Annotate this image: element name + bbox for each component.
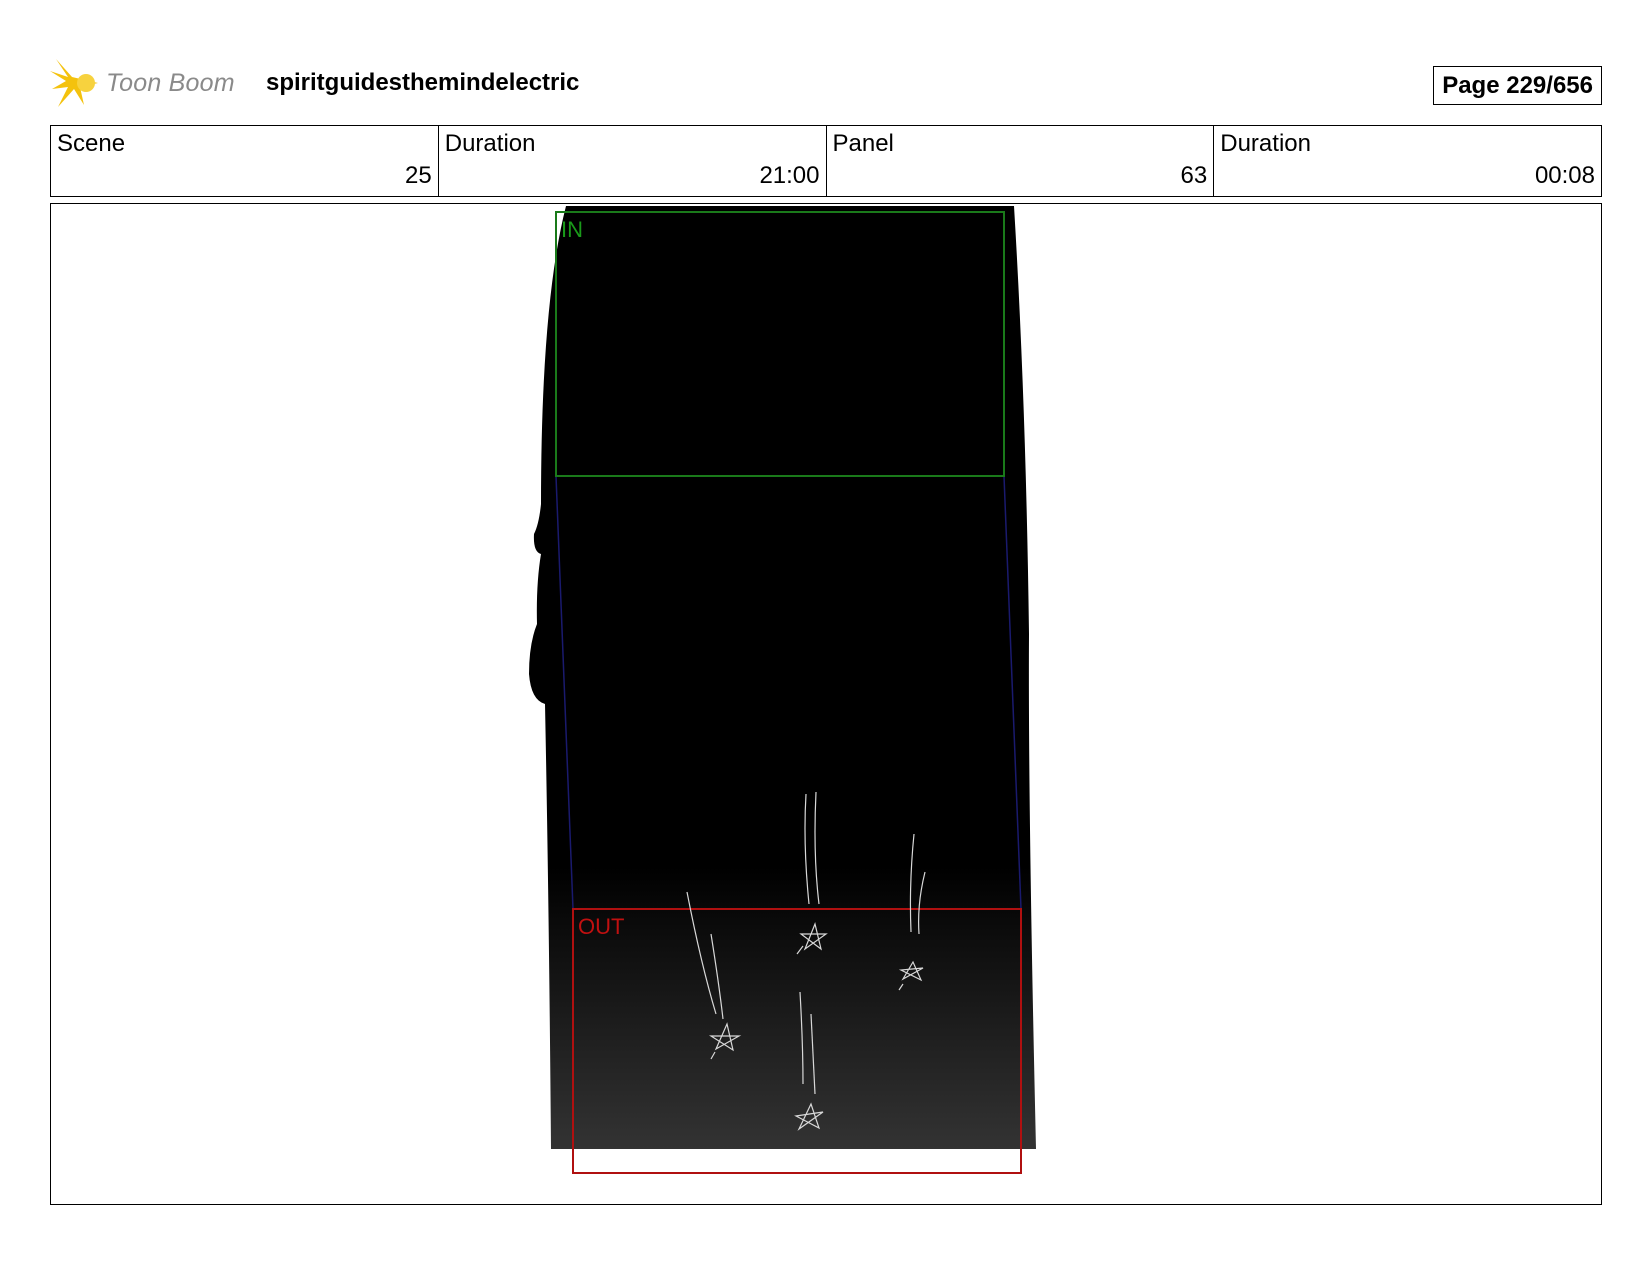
- page-number: Page 229/656: [1433, 66, 1602, 105]
- scene-duration-value: 21:00: [759, 162, 820, 189]
- panel-duration-label: Duration: [1220, 130, 1311, 157]
- panel-duration-cell: Duration 00:08: [1214, 126, 1601, 196]
- panel-duration-value: 00:08: [1534, 162, 1595, 189]
- logo-text: Toon Boom: [106, 68, 235, 97]
- scene-label: Scene: [57, 130, 126, 157]
- toon-boom-logo: Toon Boom: [50, 55, 235, 111]
- storyboard-panel: IN OUT: [50, 203, 1602, 1205]
- panel-cell: Panel 63: [827, 126, 1215, 196]
- scene-duration-cell: Duration 21:00: [439, 126, 827, 196]
- scene-duration-label: Duration: [444, 130, 536, 157]
- scene-cell: Scene 25: [51, 126, 439, 196]
- panel-label: Panel: [832, 130, 894, 157]
- panel-artwork: IN OUT: [529, 206, 1036, 1174]
- scene-info-table: Scene 25 Duration 21:00 Panel 63 Duratio…: [50, 125, 1602, 197]
- in-label: IN: [561, 217, 583, 242]
- drawing-background: [529, 206, 1036, 1149]
- scene-value: 25: [405, 162, 432, 189]
- starburst-icon: [50, 59, 98, 107]
- panel-value: 63: [1180, 162, 1208, 189]
- project-title: spiritguidesthemindelectric: [266, 69, 580, 96]
- out-label: OUT: [578, 914, 624, 939]
- page-header: Toon Boom spiritguidesthemindelectric Pa…: [50, 55, 1602, 115]
